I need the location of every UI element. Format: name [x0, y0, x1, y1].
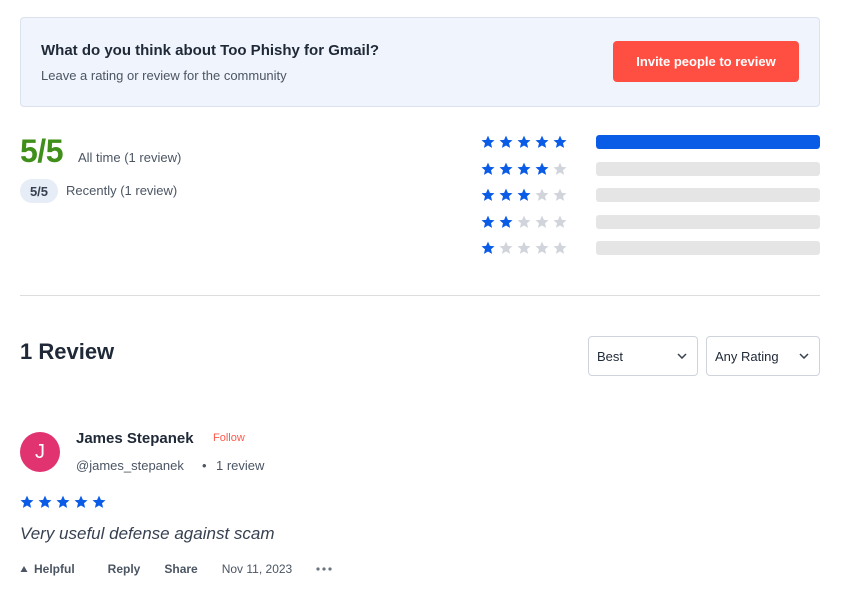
distribution-row-2-stars[interactable]	[481, 209, 821, 236]
banner-title: What do you think about Too Phishy for G…	[41, 42, 380, 59]
star-filled-icon	[20, 495, 38, 509]
distribution-bar	[596, 161, 820, 176]
upvote-triangle-icon	[20, 566, 28, 572]
chevron-down-icon	[677, 353, 687, 359]
reply-button[interactable]: Reply	[108, 562, 141, 576]
star-filled-icon	[499, 162, 517, 176]
star-filled-icon	[56, 495, 74, 509]
star-filled-icon	[553, 135, 571, 149]
star-empty-icon	[553, 241, 571, 255]
ellipsis-icon[interactable]	[316, 567, 332, 571]
chevron-down-icon	[799, 353, 809, 359]
distribution-stars	[481, 188, 596, 202]
avatar[interactable]: J	[20, 432, 60, 472]
star-filled-icon	[481, 241, 499, 255]
star-empty-icon	[553, 162, 571, 176]
rating-distribution	[481, 129, 821, 262]
helpful-label: Helpful	[34, 562, 75, 576]
distribution-bar	[596, 188, 820, 203]
star-filled-icon	[481, 215, 499, 229]
star-filled-icon	[517, 162, 535, 176]
review-actions: Helpful Reply Share Nov 11, 2023	[20, 562, 332, 576]
star-filled-icon	[517, 188, 535, 202]
review-text: Very useful defense against scam	[20, 524, 275, 543]
star-empty-icon	[535, 188, 553, 202]
distribution-bar	[596, 241, 820, 256]
star-filled-icon	[499, 215, 517, 229]
star-filled-icon	[74, 495, 92, 509]
star-filled-icon	[92, 495, 110, 509]
star-filled-icon	[535, 162, 553, 176]
star-filled-icon	[38, 495, 56, 509]
follow-link[interactable]: Follow	[213, 432, 245, 444]
recent-score-badge: 5/5	[20, 179, 58, 203]
star-empty-icon	[535, 241, 553, 255]
share-button[interactable]: Share	[164, 562, 197, 576]
banner-subtitle: Leave a rating or review for the communi…	[41, 68, 287, 83]
rating-filter-select[interactable]: Any Rating	[706, 336, 820, 376]
star-filled-icon	[499, 135, 517, 149]
star-empty-icon	[499, 241, 517, 255]
distribution-stars	[481, 135, 596, 149]
star-filled-icon	[481, 135, 499, 149]
section-divider	[20, 295, 820, 296]
star-filled-icon	[481, 162, 499, 176]
star-empty-icon	[517, 215, 535, 229]
reviews-heading: 1 Review	[20, 339, 115, 364]
sort-select[interactable]: Best	[588, 336, 698, 376]
sort-select-value: Best	[597, 348, 624, 364]
separator-dot: •	[202, 458, 207, 473]
review-rating-stars	[20, 495, 110, 509]
recently-label: Recently (1 review)	[66, 183, 178, 198]
distribution-bar	[596, 214, 820, 229]
star-filled-icon	[535, 135, 553, 149]
distribution-row-4-stars[interactable]	[481, 156, 821, 183]
star-filled-icon	[499, 188, 517, 202]
distribution-row-1-stars[interactable]	[481, 235, 821, 262]
helpful-button[interactable]: Helpful	[20, 562, 75, 576]
overall-score: 5/5	[20, 133, 63, 169]
star-filled-icon	[481, 188, 499, 202]
star-empty-icon	[517, 241, 535, 255]
reviewer-handle: @james_stepanek	[76, 458, 184, 473]
star-empty-icon	[553, 188, 571, 202]
invite-to-review-button[interactable]: Invite people to review	[613, 41, 799, 82]
star-empty-icon	[553, 215, 571, 229]
distribution-stars	[481, 241, 596, 255]
distribution-bar	[596, 135, 820, 150]
review-date: Nov 11, 2023	[221, 562, 293, 576]
distribution-row-3-stars[interactable]	[481, 182, 821, 209]
rating-filter-value: Any Rating	[715, 348, 779, 364]
star-filled-icon	[517, 135, 535, 149]
distribution-stars	[481, 162, 596, 176]
distribution-bar-fill	[596, 135, 820, 150]
reviewer-review-count: 1 review	[216, 458, 265, 473]
distribution-stars	[481, 215, 596, 229]
reviewer-name[interactable]: James Stepanek	[76, 430, 194, 447]
all-time-label: All time (1 review)	[78, 150, 182, 165]
distribution-row-5-stars[interactable]	[481, 129, 821, 156]
star-empty-icon	[535, 215, 553, 229]
review-prompt-banner: What do you think about Too Phishy for G…	[20, 17, 820, 107]
